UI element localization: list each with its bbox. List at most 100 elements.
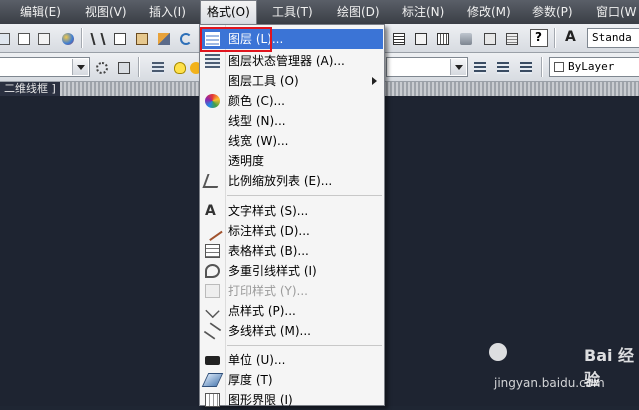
format-menu: 图层 (L)... 图层状态管理器 (A)... 图层工具 (O) 颜色 (C)… <box>199 24 385 407</box>
workspace-tools-icon[interactable] <box>114 58 132 76</box>
workspace-combo[interactable] <box>0 57 90 77</box>
color-wheel-icon <box>205 94 220 108</box>
sheet-set-icon[interactable] <box>456 29 474 47</box>
layer-combo[interactable] <box>386 57 468 77</box>
help-icon[interactable]: ? <box>530 29 548 47</box>
menu-item-label: 表格样式 (B)... <box>228 244 309 258</box>
dimension-style-icon <box>202 220 223 242</box>
watermark-url: jingyan.baidu.com <box>494 376 605 390</box>
thickness-icon <box>201 373 224 387</box>
scale-list-icon <box>202 174 223 188</box>
match-properties-icon[interactable] <box>154 29 172 47</box>
menu-item-label: 图层状态管理器 (A)... <box>228 54 345 68</box>
layer-previous-icon[interactable] <box>493 58 511 76</box>
toolbar-separator <box>554 28 555 48</box>
text-style-toolbar-icon[interactable]: A <box>562 29 580 47</box>
toolbar-separator <box>541 57 542 77</box>
menu-item-drawing-limits[interactable]: 图形界限 (I) <box>201 390 383 410</box>
point-style-icon <box>205 303 220 319</box>
menu-item-label: 标注样式 (D)... <box>228 224 310 238</box>
menu-modify[interactable]: 修改(M) <box>461 0 517 24</box>
menu-item-label: 图形界限 (I) <box>228 393 293 407</box>
toolbar-separator <box>81 28 82 48</box>
menu-item-label: 比例缩放列表 (E)... <box>228 174 333 188</box>
menu-item-layer-state-manager[interactable]: 图层状态管理器 (A)... <box>201 51 383 71</box>
menu-item-linetype[interactable]: 线型 (N)... <box>201 111 383 131</box>
layer-match-icon[interactable] <box>516 58 534 76</box>
multiline-style-icon <box>203 322 222 340</box>
submenu-arrow-icon <box>372 77 377 85</box>
menu-dimension[interactable]: 标注(N) <box>396 0 450 24</box>
menu-item-point-style[interactable]: 点样式 (P)... <box>201 301 383 321</box>
menu-item-units[interactable]: 单位 (U)... <box>201 350 383 370</box>
menu-window[interactable]: 窗口(W <box>590 0 639 24</box>
menu-item-label: 图层工具 (O) <box>228 74 299 88</box>
layer-properties-icon[interactable] <box>148 58 166 76</box>
menu-item-multileader-style[interactable]: 多重引线样式 (I) <box>201 261 383 281</box>
print-preview-icon[interactable] <box>14 29 32 47</box>
drawing-limits-icon <box>205 393 220 407</box>
bylayer-color-combo[interactable]: ByLayer <box>549 57 639 77</box>
menu-insert[interactable]: 插入(I) <box>143 0 192 24</box>
highlight-box <box>200 27 272 52</box>
menu-item-label: 文字样式 (S)... <box>228 204 309 218</box>
menu-item-label: 点样式 (P)... <box>228 304 296 318</box>
text-style-combo-value: Standa <box>592 31 632 44</box>
menu-item-label: 多重引线样式 (I) <box>228 264 317 278</box>
menu-item-table-style[interactable]: 表格样式 (B)... <box>201 241 383 261</box>
menu-item-color[interactable]: 颜色 (C)... <box>201 91 383 111</box>
watermark: Bai 经验 jingyan.baidu.com <box>488 340 638 402</box>
color-swatch <box>554 62 564 72</box>
watermark-logo <box>488 340 508 365</box>
menu-item-text-style[interactable]: A 文字样式 (S)... <box>201 201 383 221</box>
workspace-settings-icon[interactable] <box>92 58 110 76</box>
design-center-icon[interactable] <box>433 29 451 47</box>
menu-bar: 编辑(E) 视图(V) 插入(I) 格式(O) 工具(T) 绘图(D) 标注(N… <box>0 0 639 24</box>
viewport-style-label[interactable]: 二维线框 ] <box>0 82 60 96</box>
make-current-layer-icon[interactable] <box>470 58 488 76</box>
3d-dwf-icon[interactable] <box>58 29 76 47</box>
text-style-icon: A <box>205 203 216 219</box>
menu-item-thickness[interactable]: 厚度 (T) <box>201 370 383 390</box>
toolbar-separator <box>138 57 139 77</box>
units-icon <box>205 356 220 365</box>
menu-item-lineweight[interactable]: 线宽 (W)... <box>201 131 383 151</box>
menu-edit[interactable]: 编辑(E) <box>14 0 67 24</box>
menu-parametric[interactable]: 参数(P) <box>526 0 579 24</box>
menu-item-label: 单位 (U)... <box>228 353 286 367</box>
properties-icon[interactable] <box>411 29 429 47</box>
menu-item-multiline-style[interactable]: 多线样式 (M)... <box>201 321 383 341</box>
menu-item-label: 透明度 <box>228 154 265 168</box>
plot-style-icon <box>205 284 220 298</box>
menu-format[interactable]: 格式(O) <box>200 0 257 24</box>
menu-item-label: 多线样式 (M)... <box>228 324 311 338</box>
menu-item-plot-style: 打印样式 (Y)... <box>201 281 383 301</box>
paw-icon <box>489 343 507 361</box>
menu-item-layer-tools[interactable]: 图层工具 (O) <box>201 71 383 91</box>
menu-tools[interactable]: 工具(T) <box>266 0 319 24</box>
menu-separator <box>227 345 382 346</box>
text-style-combo[interactable]: Standa <box>587 28 639 48</box>
menu-item-dimension-style[interactable]: 标注样式 (D)... <box>201 220 383 242</box>
copy-icon[interactable] <box>110 29 128 47</box>
multileader-style-icon <box>205 264 220 278</box>
undo-icon[interactable] <box>176 29 194 47</box>
chevron-down-icon[interactable] <box>72 59 88 75</box>
menu-item-transparency[interactable]: 透明度 <box>201 151 383 171</box>
tool-palettes-icon[interactable] <box>389 29 407 47</box>
menu-item-label: 打印样式 (Y)... <box>228 284 308 298</box>
cut-icon[interactable] <box>88 29 106 47</box>
publish-icon[interactable] <box>34 29 52 47</box>
calculator-icon[interactable] <box>502 29 520 47</box>
layer-state-manager-icon <box>205 54 220 68</box>
markup-set-icon[interactable] <box>480 29 498 47</box>
chevron-down-icon[interactable] <box>450 59 466 75</box>
menu-view[interactable]: 视图(V) <box>79 0 133 24</box>
plot-icon[interactable] <box>0 29 12 47</box>
menu-item-scale-list[interactable]: 比例缩放列表 (E)... <box>201 171 383 191</box>
paste-icon[interactable] <box>132 29 150 47</box>
menu-draw[interactable]: 绘图(D) <box>331 0 386 24</box>
table-style-icon <box>205 244 220 258</box>
menu-separator <box>227 195 382 196</box>
menu-item-label: 线宽 (W)... <box>228 134 289 148</box>
